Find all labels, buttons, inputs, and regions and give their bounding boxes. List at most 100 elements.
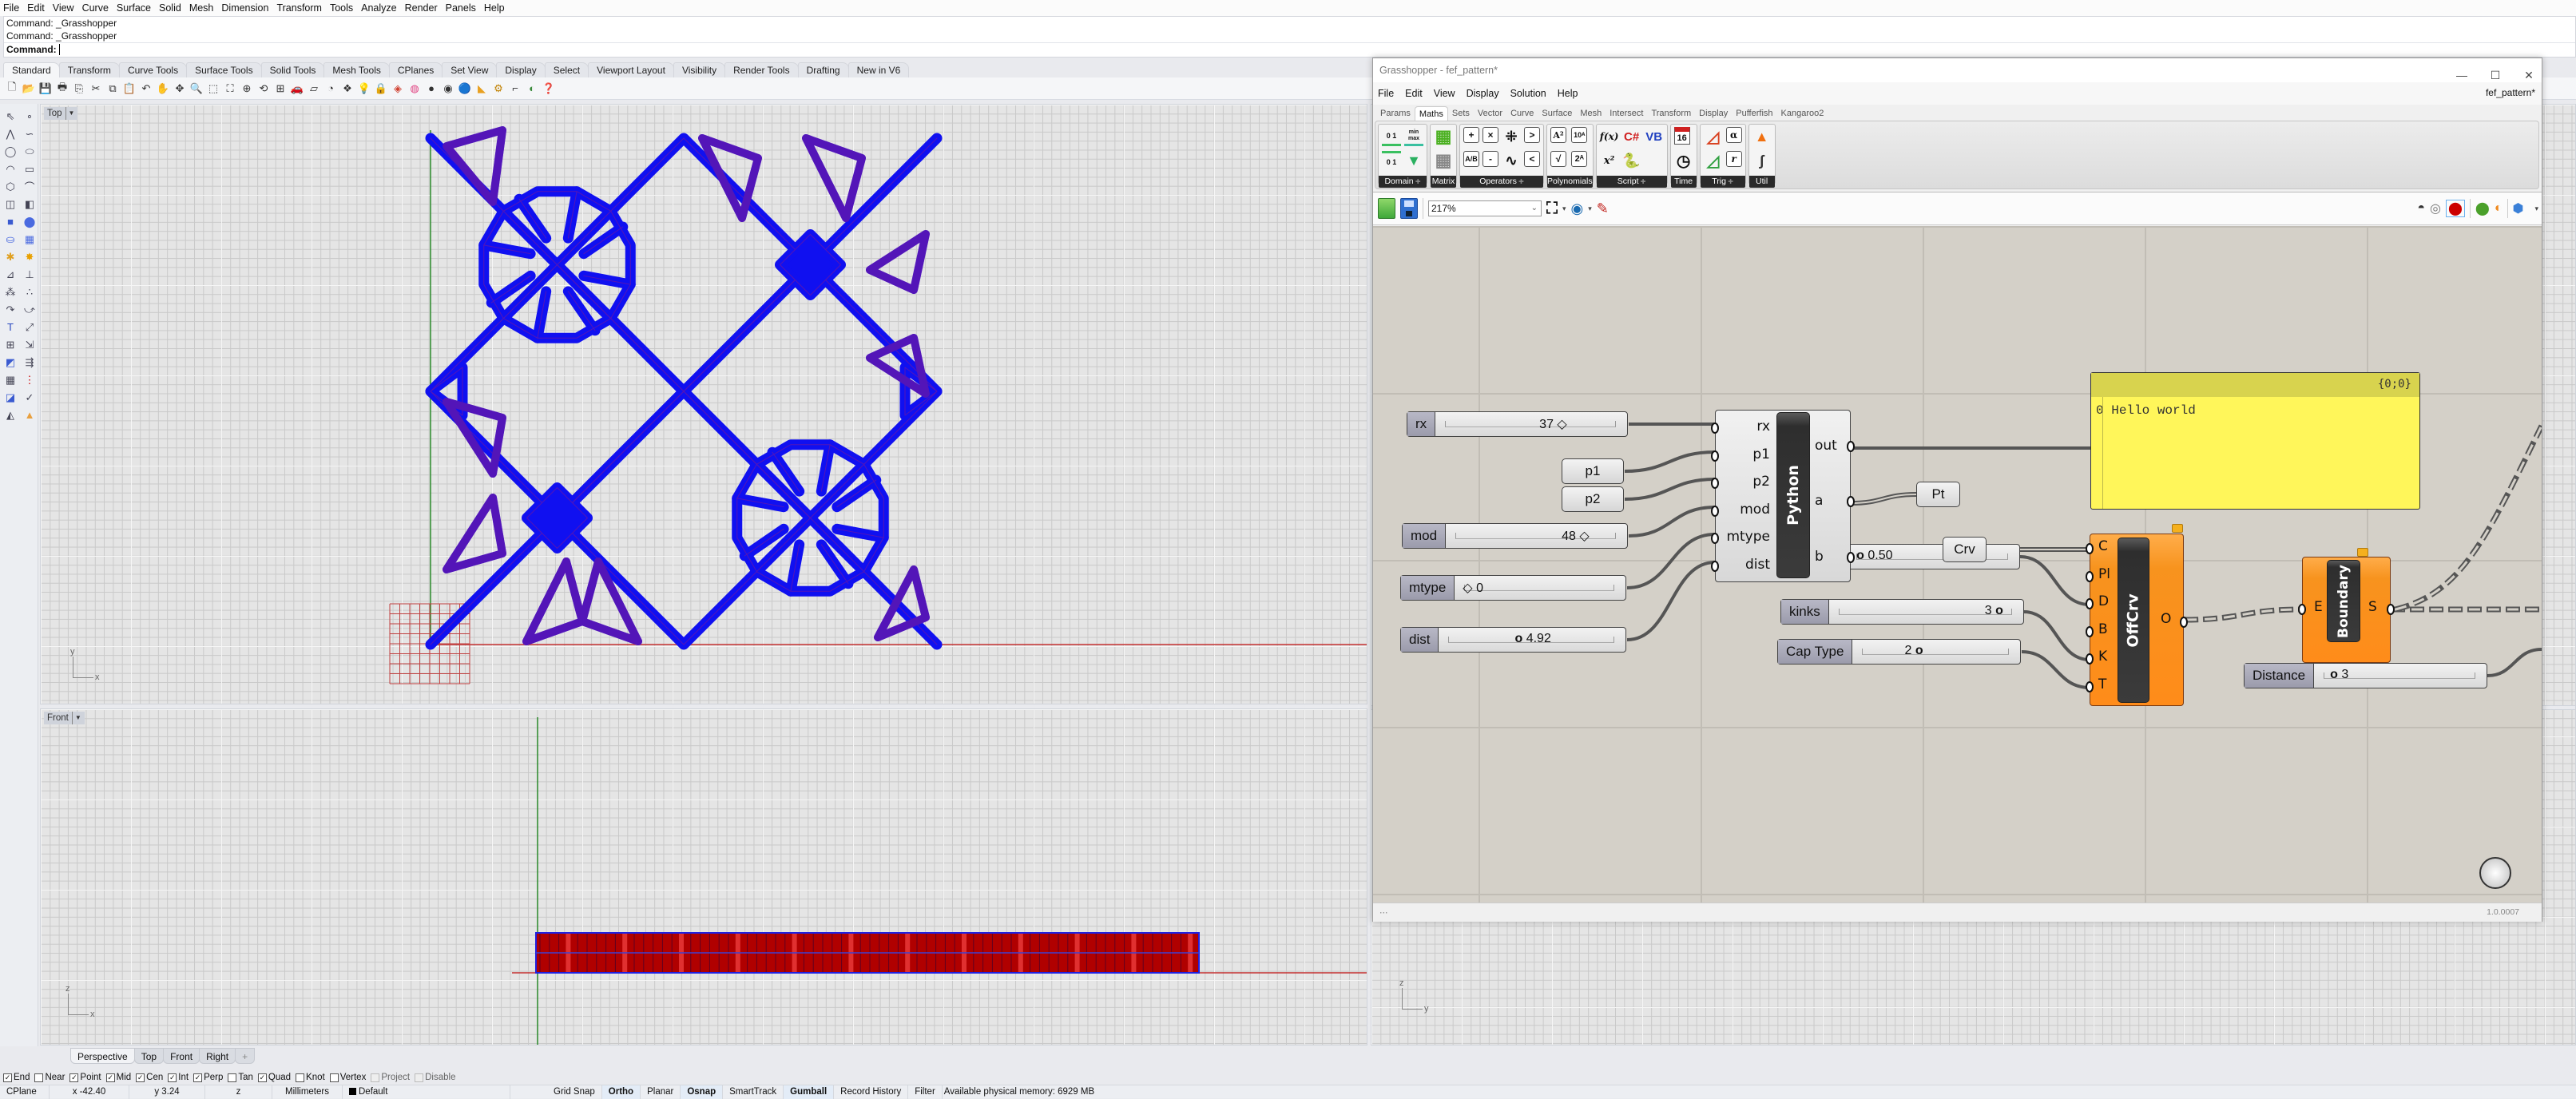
cut-icon[interactable]: ✂ [89,81,103,96]
slider-grip-icon[interactable]: o [1915,644,1923,657]
expand-icon[interactable]: ✚ [1639,178,1646,185]
output-port[interactable] [1847,441,1855,452]
checkbox[interactable]: ✓ [193,1073,203,1082]
zoom-icon[interactable]: 🔍 [189,81,204,96]
preview-shaded-icon[interactable]: ⬤ [2446,200,2465,217]
param-p2[interactable]: p2 [1562,486,1624,512]
ribbon-tab-cplanes[interactable]: CPlanes [388,62,443,77]
checkbox[interactable] [228,1073,237,1082]
mass-addition-icon[interactable]: ⁜ [1502,127,1521,146]
power-10-icon[interactable]: 10ᴬ [1571,127,1588,143]
ellipse-icon[interactable]: ⬭ [21,144,38,159]
save-file-icon[interactable] [1400,198,1418,219]
zoom-extents-icon[interactable]: ⛶ [1546,200,1558,218]
slider-grip-icon[interactable]: o [1856,549,1864,562]
csharp-icon[interactable]: C# [1622,127,1641,146]
open-icon[interactable]: 📂 [22,81,36,96]
slider-cap-type[interactable]: Cap Type 2 o [1777,639,2021,665]
box-icon[interactable]: ■ [2,214,19,229]
zoom-extents-icon[interactable]: ⛶ [223,81,237,96]
input-port[interactable] [1711,423,1719,434]
grasshopper-icon[interactable]: ◐ [525,81,539,96]
input-port[interactable] [2086,570,2094,582]
calendar-icon[interactable]: 16 [1673,127,1690,145]
ribbon-tab-display[interactable]: Display [496,62,546,77]
slider-grip-icon[interactable]: o [2330,668,2338,681]
gh-tab-maths[interactable]: Maths [1414,106,1448,121]
toggle-ortho[interactable]: Ortho [601,1085,641,1099]
explode-icon[interactable]: ✸ [21,249,38,264]
gaussian-icon[interactable]: ▲ [1752,127,1772,146]
render-icon[interactable]: ▲ [21,407,38,423]
checkbox[interactable] [34,1073,44,1082]
zoom-level-dropdown[interactable]: 217% ⌄ [1428,200,1542,216]
scale-icon[interactable]: ⤢ [21,319,38,335]
param-crv[interactable]: Crv [1943,537,1987,562]
trig-right-icon[interactable]: ◿ [1704,151,1723,170]
options-icon[interactable]: ⚙ [491,81,506,96]
menu-solid[interactable]: Solid [159,2,181,14]
menu-file[interactable]: File [3,2,19,14]
checkbox[interactable]: ✓ [105,1073,115,1082]
output-port[interactable] [1847,496,1855,507]
viewport-top[interactable]: Top ▼ y x [40,104,1367,704]
viewport-tab-perspective[interactable]: Perspective [70,1048,135,1064]
toggle-gumball[interactable]: Gumball [784,1085,835,1099]
gh-panel-label[interactable]: Time [1670,176,1697,188]
preview-off-icon[interactable]: ◓ [2417,201,2425,216]
grid-icon[interactable]: ▦ [2,372,19,387]
ribbon-tab-viewport-layout[interactable]: Viewport Layout [588,62,674,77]
gh-tab-kangaroo2[interactable]: Kangaroo2 [1777,106,1828,121]
split-icon[interactable]: ⊥ [21,267,38,282]
ribbon-tab-standard[interactable]: Standard [3,62,60,77]
menu-surface[interactable]: Surface [117,2,151,14]
ribbon-tab-drafting[interactable]: Drafting [797,62,849,77]
gh-panel-label[interactable]: Polynomials [1547,176,1593,188]
gh-panel-label[interactable]: Operators ✚ [1460,176,1543,188]
arc-icon[interactable]: ◠ [2,161,19,177]
param-pt[interactable]: Pt [1916,482,1960,507]
ribbon-tab-select[interactable]: Select [544,62,589,77]
slider-grip-icon[interactable]: o [1995,604,2003,617]
gh-menu-file[interactable]: File [1378,88,1394,99]
osnap-vertex[interactable]: Vertex [329,1073,366,1082]
slider-grip-icon[interactable]: o [1514,632,1522,645]
vb-icon[interactable]: VB [1645,127,1664,146]
osnap-cen[interactable]: ✓ Cen [136,1073,163,1082]
gh-tab-transform[interactable]: Transform [1647,106,1695,121]
polygon-settings-icon[interactable]: ⬢ [2513,200,2524,216]
paste-icon[interactable]: 📋 [122,81,137,96]
cplane-label[interactable]: CPlane [0,1085,50,1099]
python-icon[interactable]: 🐍 [1622,151,1641,170]
gh-document-name[interactable]: fef_pattern* [2486,87,2535,98]
menu-help[interactable]: Help [484,2,505,14]
message-balloon-icon[interactable] [2357,548,2368,557]
menu-render[interactable]: Render [405,2,438,14]
menu-analyze[interactable]: Analyze [361,2,396,14]
canvas-navigation-widget[interactable] [2479,857,2511,889]
matrix-grid-icon[interactable]: ▦ [1434,150,1453,170]
gh-tab-pufferfish[interactable]: Pufferfish [1732,106,1776,121]
sphere-blue-icon[interactable]: 🔵 [458,81,472,96]
input-port[interactable] [2086,625,2094,637]
slider-rx[interactable]: rx 37 ◇ [1407,411,1628,437]
extrude-icon[interactable]: ⛀ [2,232,19,247]
trig-icon[interactable]: ◿ [1704,127,1723,146]
rectangle-icon[interactable]: ▭ [21,161,38,177]
deconstruct-domain-icon[interactable]: 0 1 [1382,151,1401,170]
larger-than-icon[interactable]: > [1524,127,1540,143]
gh-menu-display[interactable]: Display [1467,88,1499,99]
car-icon[interactable]: 🚗 [290,81,304,96]
shade-icon[interactable]: ◭ [2,407,19,423]
output-port[interactable] [2180,617,2188,628]
remap-icon[interactable]: ▼ [1404,151,1423,170]
copy-icon[interactable]: ⧉ [105,81,120,96]
input-port[interactable] [2086,598,2094,609]
toggle-planar[interactable]: Planar [641,1085,681,1099]
gh-panel-label[interactable]: Domain ✚ [1379,176,1427,188]
undo-icon[interactable]: ↶ [139,81,153,96]
osnap-end[interactable]: ✓ End [3,1073,30,1082]
surface-icon[interactable]: ◧ [21,196,38,212]
osnap-near[interactable]: Near [34,1073,65,1082]
open-file-icon[interactable] [1378,198,1395,219]
